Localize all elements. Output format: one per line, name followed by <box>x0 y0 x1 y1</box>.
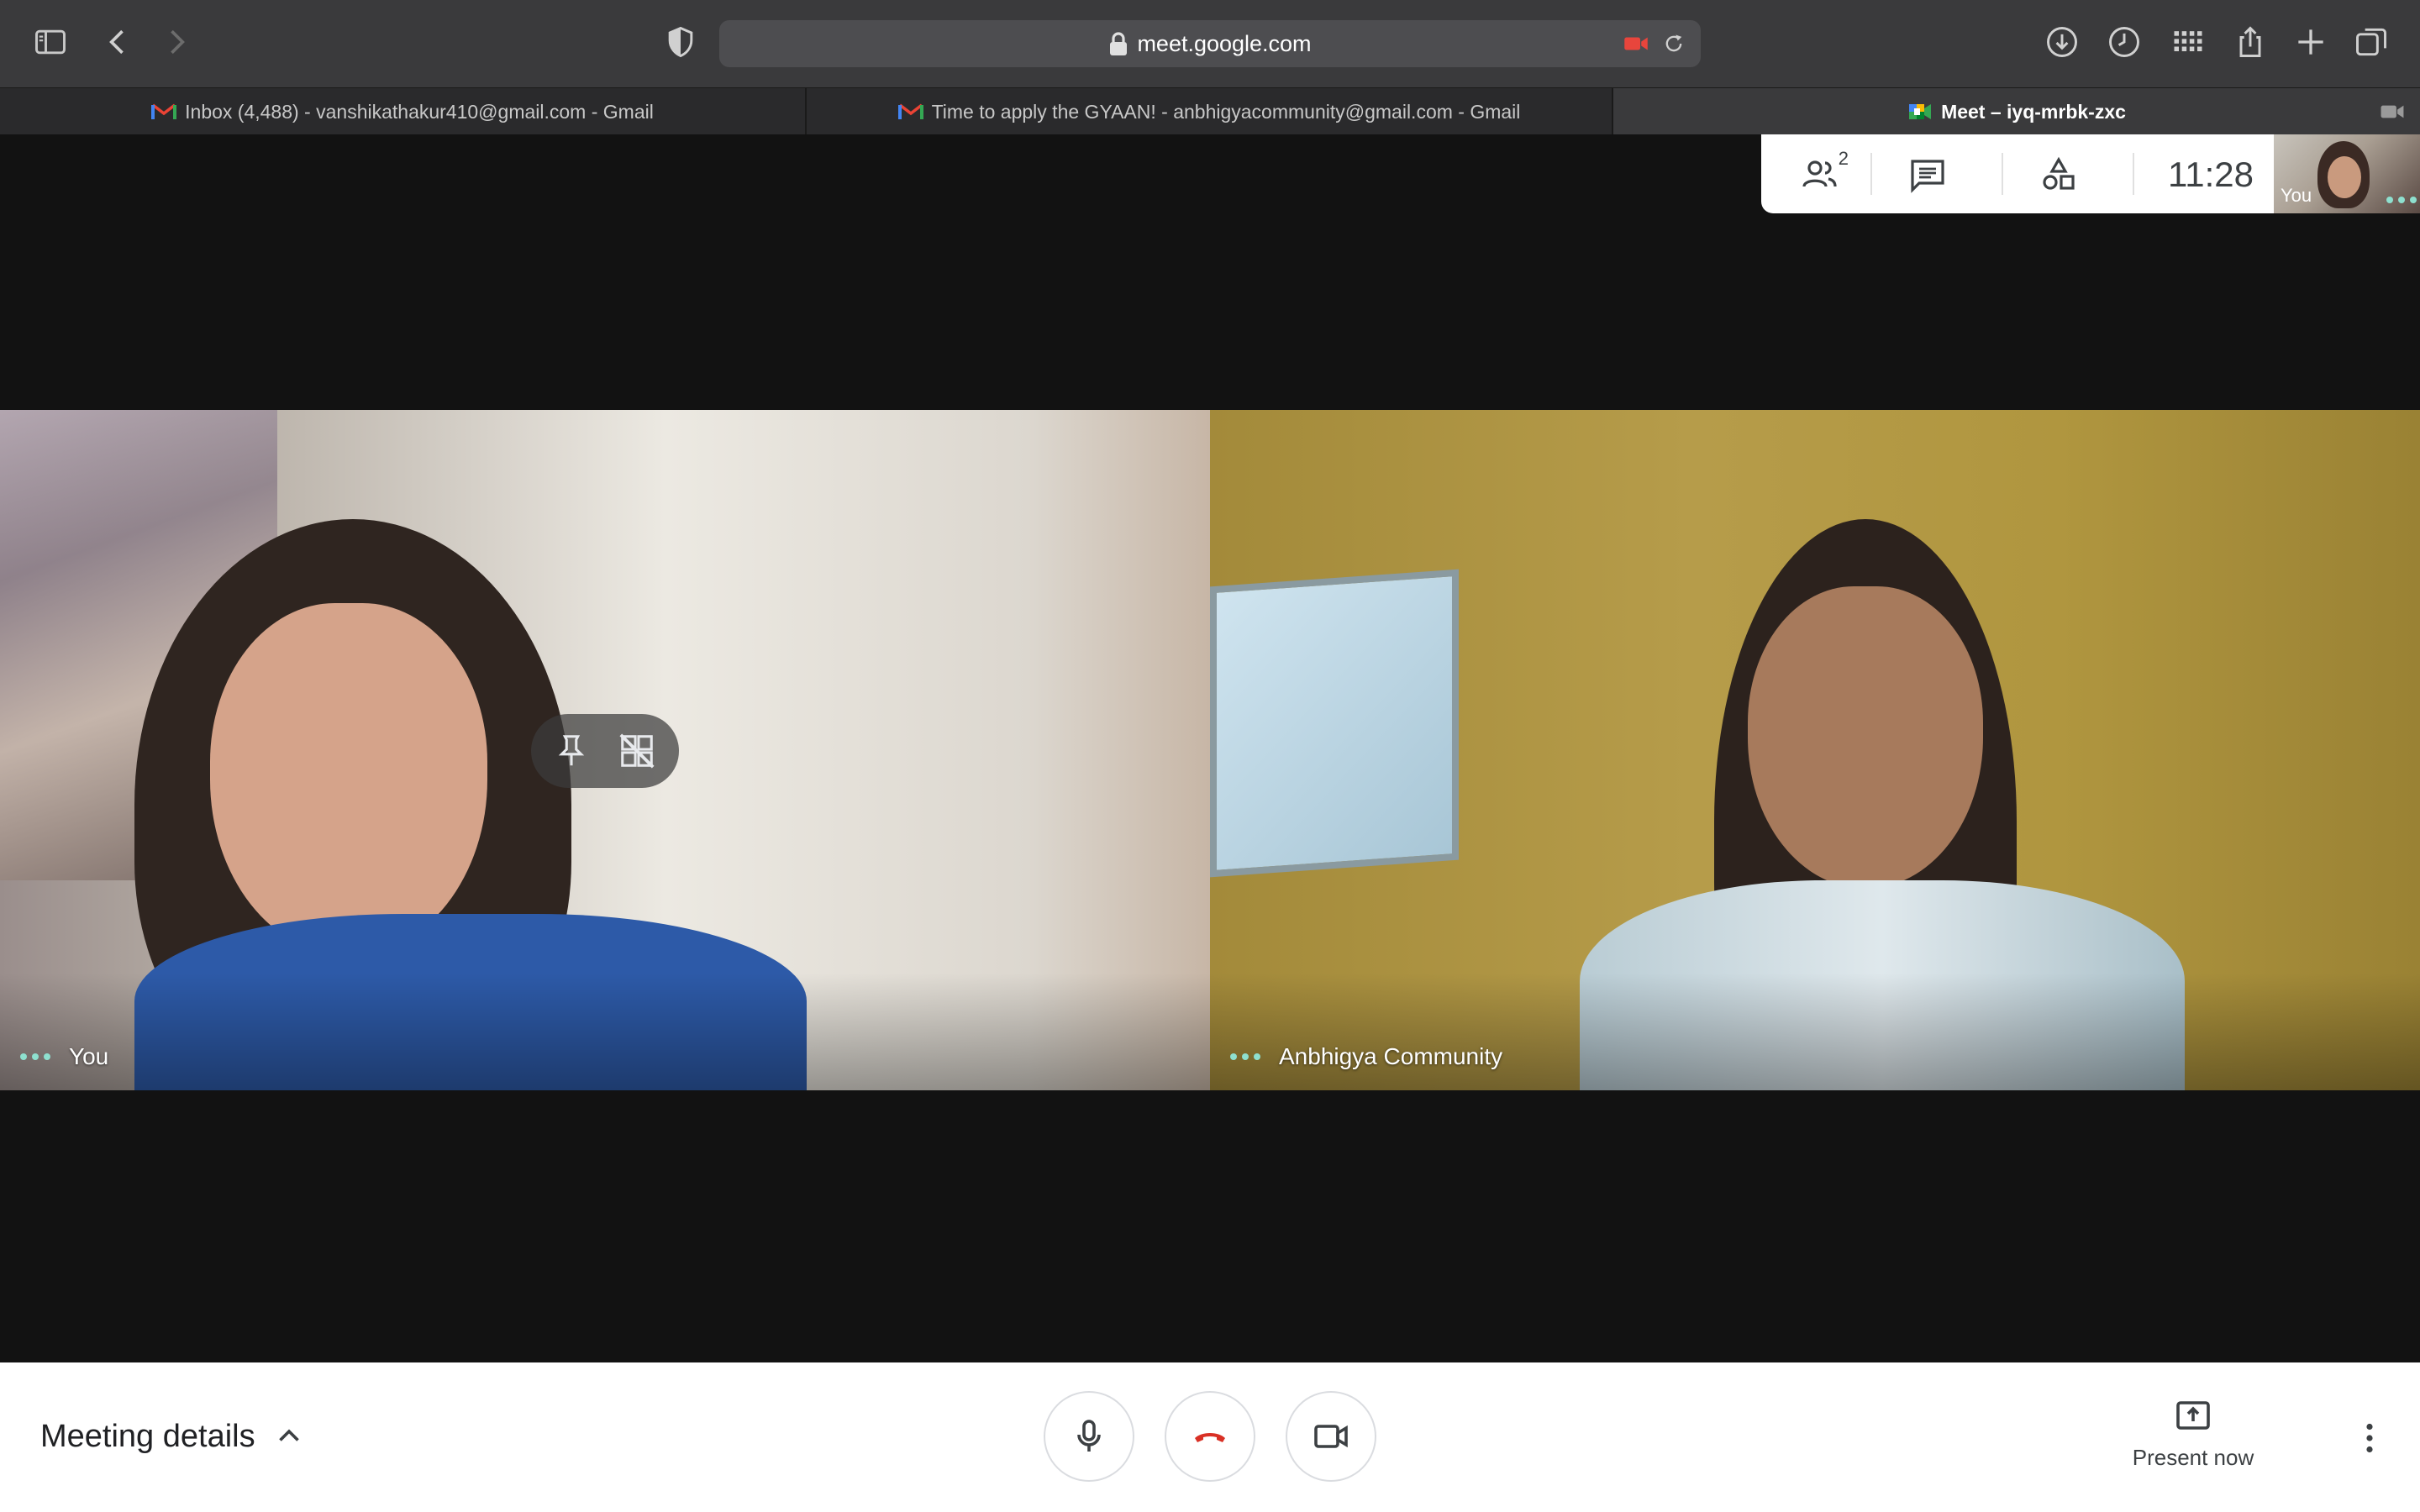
meeting-details-button[interactable]: Meeting details <box>40 1410 304 1463</box>
whiteboard <box>1210 569 1459 878</box>
tab-overview-icon[interactable] <box>2351 22 2391 62</box>
tile-shade <box>1210 973 2420 1090</box>
people-icon <box>1802 160 1837 187</box>
tile-name-you: You <box>20 1043 108 1070</box>
new-tab-icon[interactable] <box>2291 22 2331 62</box>
tab-bar: Inbox (4,488) - vanshikathakur410@gmail.… <box>0 87 2420 135</box>
self-view-face <box>2328 156 2361 198</box>
participant-tile-anbhigya[interactable]: Anbhigya Community <box>1210 410 2420 1090</box>
tab-meet[interactable]: Meet – iyq-mrbk-zxc <box>1613 88 2420 135</box>
tab-gmail-gyaan[interactable]: Time to apply the GYAAN! - anbhigyacommu… <box>807 88 1613 135</box>
hide-tile-icon <box>619 733 655 769</box>
share-icon[interactable] <box>2230 22 2270 62</box>
camera-active-icon <box>2381 105 2404 118</box>
tab-label: Time to apply the GYAAN! - anbhigyacommu… <box>931 100 1521 123</box>
chat-button[interactable] <box>1904 151 1951 198</box>
back-icon[interactable] <box>97 22 138 62</box>
forward-icon[interactable] <box>156 22 197 62</box>
tile-shade <box>0 973 1210 1090</box>
reload-icon[interactable] <box>1662 30 1689 57</box>
pin-icon <box>558 735 585 766</box>
speaking-indicator-icon <box>20 1053 50 1060</box>
video-camera-icon <box>1314 1425 1348 1448</box>
participant-name: You <box>69 1043 109 1069</box>
present-now-button[interactable]: Present now <box>2109 1396 2277 1488</box>
remove-tile-button[interactable] <box>615 729 659 773</box>
url-text: meet.google.com <box>1137 30 1312 56</box>
speaking-indicator-icon <box>2386 197 2417 203</box>
meeting-clock: 11:28 <box>2168 155 2254 194</box>
meet-icon <box>1909 104 1932 119</box>
tile-name-anbhigya: Anbhigya Community <box>1230 1043 1502 1070</box>
lock-icon <box>1110 32 1128 55</box>
tab-gmail-inbox[interactable]: Inbox (4,488) - vanshikathakur410@gmail.… <box>0 88 807 135</box>
activities-button[interactable] <box>2035 151 2082 198</box>
leave-call-button[interactable] <box>1165 1391 1255 1482</box>
self-view-thumbnail[interactable]: You <box>2274 134 2420 213</box>
participant-face <box>210 603 487 956</box>
microphone-button[interactable] <box>1044 1391 1134 1482</box>
participants-button[interactable]: 2 <box>1797 148 1849 198</box>
self-view-label: You <box>2281 185 2312 206</box>
present-screen-icon <box>2176 1401 2210 1430</box>
camera-in-use-icon[interactable] <box>1623 30 1652 57</box>
divider <box>2133 153 2134 195</box>
history-icon[interactable] <box>2104 22 2144 62</box>
speaking-indicator-icon <box>1230 1053 1260 1060</box>
more-options-button[interactable] <box>2349 1415 2390 1462</box>
end-call-icon <box>1195 1433 1225 1442</box>
address-bar[interactable]: meet.google.com <box>719 20 1701 67</box>
meeting-details-label: Meeting details <box>40 1418 255 1454</box>
meet-info-panel: 2 11:28 <box>1761 134 2274 213</box>
participants-count: 2 <box>1838 148 1849 169</box>
call-controls-bar: Meeting details Present now <box>0 1362 2420 1512</box>
microphone-icon <box>1077 1420 1101 1452</box>
divider <box>1870 153 1872 195</box>
chat-icon <box>1911 160 1944 193</box>
browser-toolbar: meet.google.com <box>0 0 2420 87</box>
chevron-up-icon <box>278 1429 299 1441</box>
gmail-icon <box>897 103 923 119</box>
sidebar-toggle-icon[interactable] <box>30 22 71 62</box>
gmail-icon <box>151 103 177 119</box>
privacy-shield-icon[interactable] <box>660 22 701 62</box>
pin-button[interactable] <box>550 729 593 773</box>
tab-label: Inbox (4,488) - vanshikathakur410@gmail.… <box>185 100 654 123</box>
extensions-grid-icon[interactable] <box>2168 22 2208 62</box>
activities-shapes-icon <box>2043 156 2075 190</box>
tab-label: Meet – iyq-mrbk-zxc <box>1941 100 2126 123</box>
divider <box>2002 153 2003 195</box>
tile-hover-controls <box>531 714 679 788</box>
more-vert-icon <box>2366 1423 2373 1453</box>
participant-name: Anbhigya Community <box>1279 1043 1503 1069</box>
camera-button[interactable] <box>1286 1391 1376 1482</box>
present-now-label: Present now <box>2132 1445 2254 1470</box>
downloads-icon[interactable] <box>2042 22 2082 62</box>
participant-face <box>1748 586 1983 889</box>
